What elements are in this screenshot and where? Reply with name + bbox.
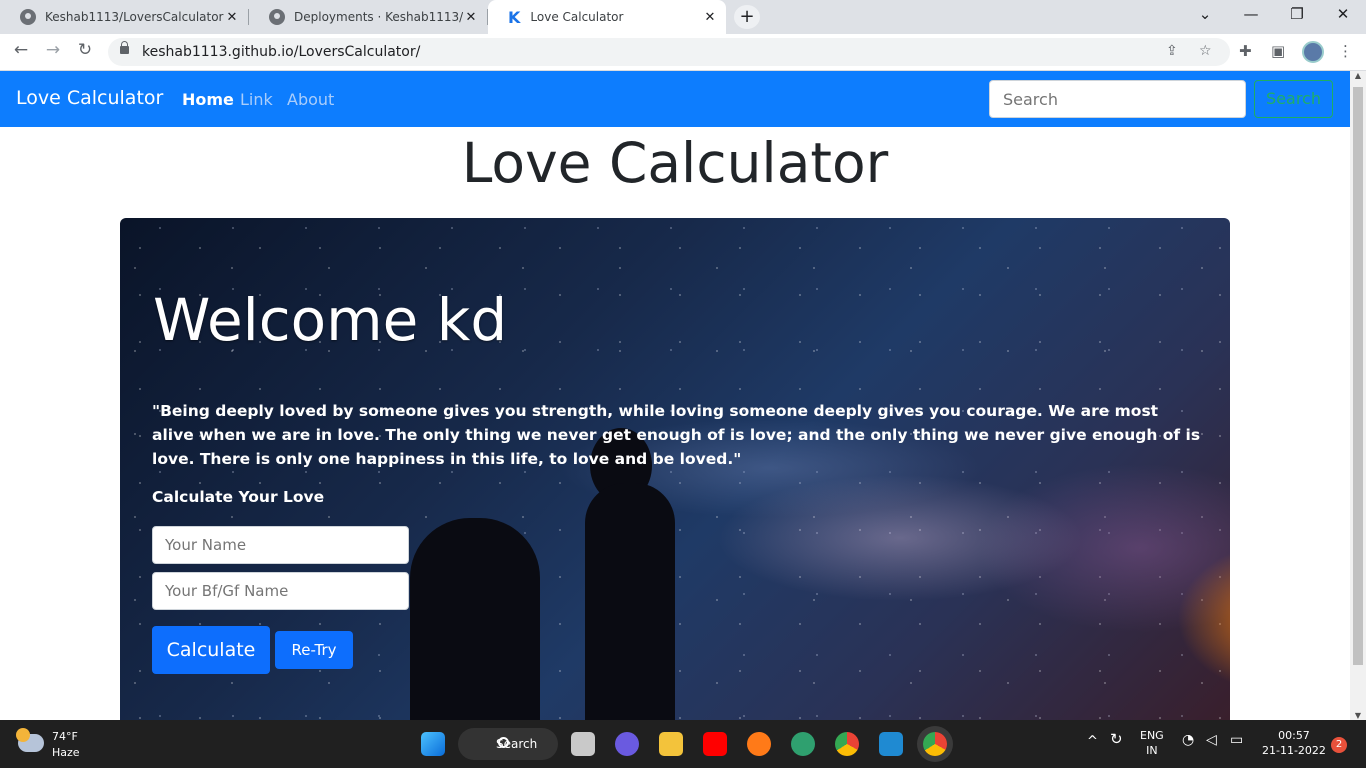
man-silhouette-body xyxy=(410,518,540,720)
url-text[interactable]: keshab1113.github.io/LoversCalculator/ xyxy=(142,44,420,60)
tab-love-calculator[interactable]: K Love Calculator ✕ xyxy=(488,0,726,34)
battery-icon[interactable]: ▭ xyxy=(1230,733,1243,748)
hero-card: Welcome kd "Being deeply loved by someon… xyxy=(120,218,1230,720)
tab-title: Love Calculator xyxy=(530,10,624,24)
nav-home[interactable]: Home xyxy=(182,90,234,109)
update-icon[interactable]: ↻ xyxy=(1110,732,1123,747)
tab-github-repo[interactable]: Keshab1113/LoversCalculator ✕ xyxy=(0,0,249,34)
forward-icon[interactable]: → xyxy=(42,40,64,60)
address-bar[interactable]: keshab1113.github.io/LoversCalculator/ ⇪… xyxy=(108,38,1230,66)
tab-deployments[interactable]: Deployments · Keshab1113/Love ✕ xyxy=(249,0,488,34)
notification-badge[interactable]: 2 xyxy=(1331,737,1347,753)
restore-button[interactable]: ❐ xyxy=(1282,5,1312,23)
youtube-icon[interactable] xyxy=(703,732,727,756)
teams-chat-icon[interactable] xyxy=(615,732,639,756)
side-panel-icon[interactable]: ▣ xyxy=(1271,42,1285,60)
firefox-icon[interactable] xyxy=(747,732,771,756)
lock-icon xyxy=(120,41,129,54)
language-code: ENG xyxy=(1140,729,1164,742)
edge-icon[interactable] xyxy=(791,732,815,756)
welcome-heading: Welcome kd xyxy=(153,286,508,354)
search-icon xyxy=(498,737,509,748)
nav-link[interactable]: Link xyxy=(240,90,273,109)
new-tab-button[interactable]: + xyxy=(734,5,760,29)
your-name-input[interactable] xyxy=(152,526,409,564)
page-scrollbar[interactable]: ▲ ▼ xyxy=(1350,71,1366,720)
search-button[interactable]: Search xyxy=(1254,80,1333,118)
close-window-button[interactable]: ✕ xyxy=(1328,5,1358,23)
weather-temp[interactable]: 74°F xyxy=(52,730,78,743)
tray-chevron-icon[interactable]: ^ xyxy=(1087,734,1098,749)
vscode-icon[interactable] xyxy=(879,732,903,756)
windows-taskbar: 74°F Haze Search ^ ↻ ENG IN ◔ ◁ ▭ 00:57 … xyxy=(0,720,1366,768)
weather-condition[interactable]: Haze xyxy=(52,746,80,759)
wifi-icon[interactable]: ◔ xyxy=(1182,733,1194,748)
page-viewport: Love Calculator Home Link About Search L… xyxy=(0,71,1350,720)
partner-name-input[interactable] xyxy=(152,572,409,610)
woman-silhouette-body xyxy=(585,483,675,720)
github-icon xyxy=(269,9,285,25)
love-quote: "Being deeply loved by someone gives you… xyxy=(152,402,1201,468)
chrome-active-icon[interactable] xyxy=(923,732,947,756)
profile-avatar[interactable] xyxy=(1302,41,1324,63)
tab-strip: Keshab1113/LoversCalculator ✕ Deployment… xyxy=(0,0,1366,34)
retry-button[interactable]: Re-Try xyxy=(275,631,353,669)
share-icon[interactable]: ⇪ xyxy=(1166,43,1178,59)
close-tab-icon[interactable]: ✕ xyxy=(224,10,240,25)
tab-search-icon[interactable]: ⌄ xyxy=(1190,5,1220,23)
github-icon xyxy=(20,9,36,25)
scroll-down-icon[interactable]: ▼ xyxy=(1350,711,1366,720)
close-tab-icon[interactable]: ✕ xyxy=(463,10,479,25)
navbar-brand[interactable]: Love Calculator xyxy=(16,87,163,109)
scrollbar-thumb[interactable] xyxy=(1353,87,1363,665)
back-icon[interactable]: ← xyxy=(10,40,32,60)
tab-title: Keshab1113/LoversCalculator xyxy=(45,10,224,24)
weather-icon[interactable] xyxy=(16,728,44,752)
calculate-button[interactable]: Calculate xyxy=(152,626,270,674)
calculate-label: Calculate Your Love xyxy=(152,488,325,506)
clock[interactable]: 00:57 21-11-2022 xyxy=(1262,728,1326,758)
volume-icon[interactable]: ◁ xyxy=(1206,733,1217,748)
language-indicator[interactable]: ENG IN xyxy=(1140,728,1164,758)
page-title: Love Calculator xyxy=(461,131,889,195)
menu-icon[interactable]: ⋮ xyxy=(1338,42,1353,60)
site-favicon-icon: K xyxy=(508,7,521,27)
scroll-up-icon[interactable]: ▲ xyxy=(1350,71,1366,80)
site-navbar: Love Calculator Home Link About Search xyxy=(0,71,1350,127)
tab-title: Deployments · Keshab1113/Love xyxy=(294,10,463,24)
task-view-icon[interactable] xyxy=(571,732,595,756)
region-code: IN xyxy=(1146,744,1158,757)
chrome-icon[interactable] xyxy=(835,732,859,756)
minimize-button[interactable]: — xyxy=(1236,5,1266,23)
bookmark-star-icon[interactable]: ☆ xyxy=(1199,43,1212,59)
reload-icon[interactable]: ↻ xyxy=(74,40,96,60)
clock-time: 00:57 xyxy=(1278,729,1310,742)
extensions-icon[interactable]: ✚ xyxy=(1239,42,1252,60)
clock-date: 21-11-2022 xyxy=(1262,744,1326,757)
windows-start-icon[interactable] xyxy=(421,732,445,756)
taskbar-search[interactable]: Search xyxy=(458,728,558,760)
close-tab-icon[interactable]: ✕ xyxy=(702,10,718,25)
file-explorer-icon[interactable] xyxy=(659,732,683,756)
search-input[interactable] xyxy=(989,80,1246,118)
browser-toolbar: ← → ↻ keshab1113.github.io/LoversCalcula… xyxy=(0,34,1366,71)
nav-about[interactable]: About xyxy=(287,90,334,109)
